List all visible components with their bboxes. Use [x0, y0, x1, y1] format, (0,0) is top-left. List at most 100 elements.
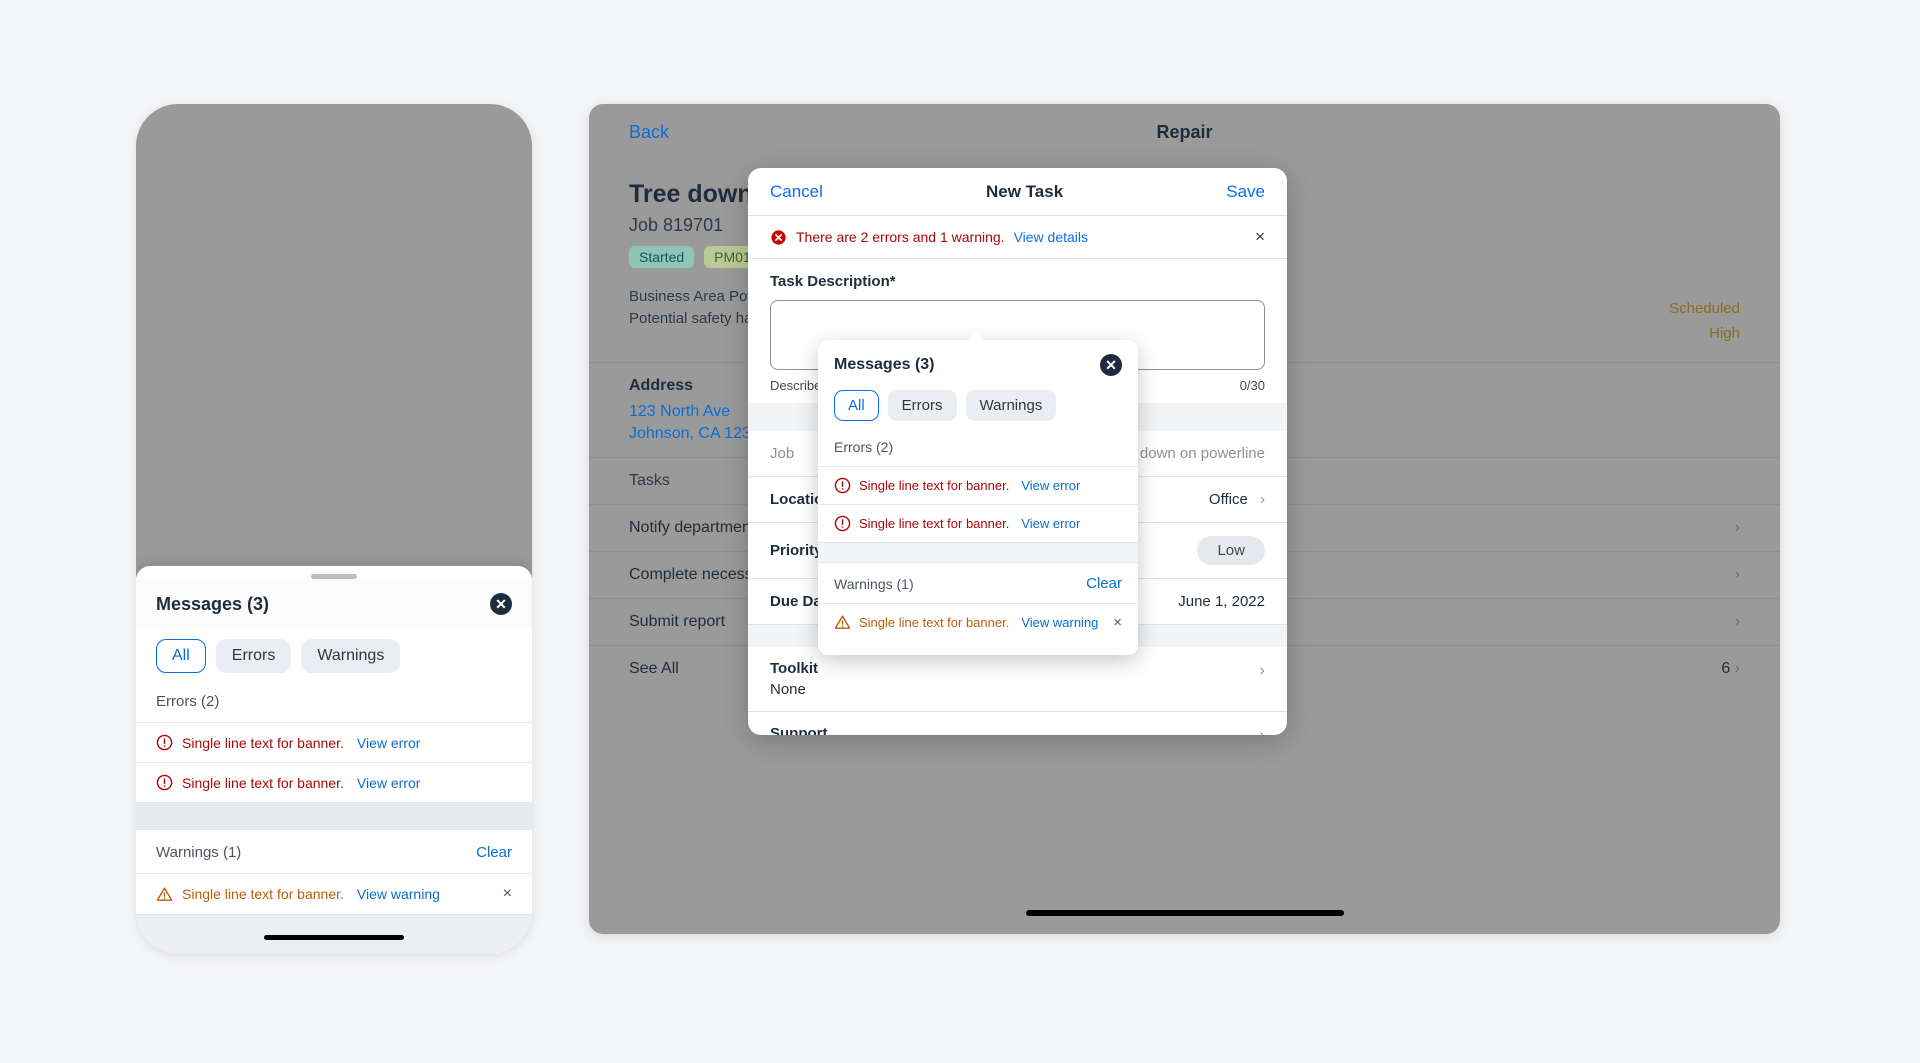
modal-title: New Task	[986, 181, 1064, 201]
chevron-right-icon: ›	[1734, 612, 1740, 630]
phone-device: 9:41 Cancel New Task Save Task Name Task…	[136, 104, 532, 954]
priority-status: High	[1709, 325, 1740, 342]
popover-errors-group-label: Errors (2)	[834, 439, 894, 455]
dismiss-banner-icon[interactable]: ×	[1255, 227, 1265, 247]
task-label: Submit report	[629, 612, 726, 630]
sheet-filter-tabs[interactable]: All Errors Warnings	[136, 629, 532, 687]
warnings-group-header: Warnings (1) Clear	[136, 829, 532, 874]
modal-location-value: Office	[1208, 491, 1248, 508]
warning-triangle-icon	[156, 886, 173, 901]
error-list-item[interactable]: Single line text for banner. View error	[136, 723, 532, 763]
modal-cancel-button[interactable]: Cancel	[770, 182, 823, 202]
error-banner: There are 2 errors and 1 warning. View d…	[748, 216, 1287, 259]
chevron-right-icon: ›	[1260, 727, 1265, 735]
popover-warnings-group-header: Warnings (1) Clear	[818, 562, 1138, 603]
banner-text: There are 2 errors and 1 warning.	[796, 229, 1005, 245]
close-circle-icon[interactable]: ✕	[1100, 354, 1122, 376]
modal-save-button[interactable]: Save	[1226, 182, 1265, 202]
error-circle-icon	[834, 477, 851, 494]
job-status-column: Scheduled High	[1669, 300, 1740, 342]
error-circle-icon	[156, 734, 173, 751]
errors-group-label: Errors (2)	[156, 693, 220, 710]
messages-popover: Messages (3) ✕ All Errors Warnings Error…	[818, 331, 1138, 655]
tablet-navbar: Back Repair	[589, 104, 1780, 162]
modal-support-label: Support	[770, 725, 828, 735]
sheet-header: Messages (3) ✕	[136, 579, 532, 629]
clear-warnings-button[interactable]: Clear	[476, 844, 512, 861]
status-badge: Started	[629, 246, 695, 268]
modal-counter: 0/30	[1239, 378, 1265, 393]
popover-warning-item[interactable]: Single line text for banner. View warnin…	[818, 603, 1138, 641]
modal-priority-label: Priority	[770, 542, 823, 559]
modal-priority-value[interactable]: Low	[1197, 536, 1265, 565]
errors-group-header: Errors (2)	[136, 687, 532, 723]
error-circle-icon	[834, 515, 851, 532]
modal-task-description-label: Task Description*	[770, 273, 896, 290]
popover-error-item[interactable]: Single line text for banner. View error	[818, 466, 1138, 504]
error-circle-icon	[156, 774, 173, 791]
popover-warning-text: Single line text for banner.	[859, 615, 1010, 630]
chevron-right-icon: ›	[1730, 659, 1740, 677]
new-task-modal: Cancel New Task Save There are 2 errors …	[748, 168, 1287, 735]
view-error-link[interactable]: View error	[357, 775, 421, 791]
popover-view-error-link[interactable]: View error	[1021, 516, 1080, 531]
warnings-group-label: Warnings (1)	[156, 844, 242, 861]
popover-filter-all[interactable]: All	[834, 390, 879, 421]
error-text: Single line text for banner.	[182, 734, 344, 751]
popover-errors-group-header: Errors (2)	[818, 435, 1138, 466]
tablet-home-indicator	[1025, 910, 1344, 916]
filter-warnings[interactable]: Warnings	[301, 639, 401, 673]
warning-list-item[interactable]: Single line text for banner. View warnin…	[136, 874, 532, 915]
warning-text: Single line text for banner.	[182, 886, 344, 902]
dismiss-warning-icon[interactable]: ×	[503, 885, 512, 903]
popover-footer-space	[818, 641, 1138, 655]
popover-warnings-group-label: Warnings (1)	[834, 575, 914, 592]
view-details-link[interactable]: View details	[1014, 229, 1088, 245]
modal-toolkit-row[interactable]: Toolkit None ›	[748, 647, 1287, 712]
tablet-page-title: Repair	[1156, 122, 1213, 142]
popover-clear-button[interactable]: Clear	[1086, 575, 1122, 592]
modal-navbar: Cancel New Task Save	[748, 168, 1287, 216]
popover-filter-tabs[interactable]: All Errors Warnings	[818, 388, 1138, 435]
screen-root: 9:41 Cancel New Task Save Task Name Task…	[0, 0, 1920, 1063]
tasks-header-label: Tasks	[629, 471, 670, 489]
sheet-section-gap	[136, 803, 532, 829]
warning-triangle-icon	[834, 615, 851, 629]
popover-view-warning-link[interactable]: View warning	[1021, 615, 1098, 630]
home-indicator	[264, 935, 404, 940]
modal-due-date-value: June 1, 2022	[1178, 593, 1265, 610]
close-circle-icon[interactable]: ✕	[490, 593, 512, 615]
chevron-right-icon: ›	[1734, 518, 1740, 536]
popover-error-item[interactable]: Single line text for banner. View error	[818, 504, 1138, 542]
popover-filter-errors[interactable]: Errors	[887, 390, 957, 421]
view-warning-link[interactable]: View warning	[357, 886, 440, 902]
chevron-right-icon: ›	[1259, 662, 1265, 679]
tablet-screen: Back Repair Tree down on Powerline Job 8…	[589, 104, 1780, 934]
filter-errors[interactable]: Errors	[215, 639, 292, 673]
task-label: Notify department	[629, 518, 756, 536]
filter-all[interactable]: All	[156, 639, 206, 673]
tablet-device: Back Repair Tree down on Powerline Job 8…	[589, 104, 1780, 934]
chevron-right-icon: ›	[1734, 565, 1740, 583]
messages-bottom-sheet: Messages (3) ✕ All Errors Warnings Error…	[136, 566, 532, 954]
popover-title: Messages (3)	[834, 356, 935, 373]
modal-body: Task Description* Describe t 0/30 Job Tr…	[748, 259, 1287, 735]
popover-dismiss-warning-icon[interactable]: ×	[1113, 614, 1122, 631]
chevron-right-icon: ›	[1255, 491, 1265, 508]
error-list-item[interactable]: Single line text for banner. View error	[136, 763, 532, 803]
modal-toolkit-label: Toolkit	[770, 660, 819, 677]
modal-toolkit-value: None	[770, 681, 806, 698]
modal-support-row[interactable]: Support None ›	[748, 712, 1287, 735]
popover-header: Messages (3) ✕	[818, 340, 1138, 388]
see-all-count: 6	[1721, 659, 1731, 677]
popover-section-gap	[818, 542, 1138, 562]
error-circle-icon	[771, 229, 786, 245]
view-error-link[interactable]: View error	[357, 735, 421, 751]
error-text: Single line text for banner.	[182, 774, 344, 791]
popover-error-text: Single line text for banner.	[859, 478, 1010, 493]
popover-error-text: Single line text for banner.	[859, 516, 1010, 531]
see-all-label: See All	[629, 659, 679, 677]
modal-job-label: Job	[770, 445, 795, 462]
popover-view-error-link[interactable]: View error	[1021, 478, 1080, 493]
popover-filter-warnings[interactable]: Warnings	[965, 390, 1057, 421]
